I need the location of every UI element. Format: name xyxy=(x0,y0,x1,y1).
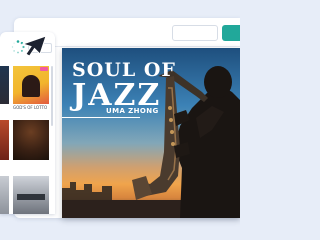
album-title[interactable]: SOUL OF JAZZ xyxy=(72,61,176,111)
artist-underline xyxy=(62,117,140,118)
template-artwork xyxy=(22,75,40,97)
template-thumbnail-5[interactable] xyxy=(0,176,9,214)
secondary-action-button[interactable] xyxy=(172,25,218,41)
design-editor-stage: GOD'S OF LOTTO Emma Thomas SOUL OF JAZZ … xyxy=(0,0,240,240)
template-thumbnail-3[interactable] xyxy=(0,120,9,160)
template-badge xyxy=(40,67,48,71)
artist-name[interactable]: UMA ZHONG xyxy=(106,107,159,115)
template-thumbnail-4[interactable] xyxy=(13,120,49,160)
cursor-arrow-icon xyxy=(21,35,47,57)
panel-scrollbar[interactable] xyxy=(51,66,53,126)
template-caption-2: GOD'S OF LOTTO xyxy=(13,105,48,110)
primary-action-button[interactable] xyxy=(222,25,240,41)
template-panel: GOD'S OF LOTTO Emma Thomas xyxy=(0,32,55,214)
template-thumbnail-6[interactable] xyxy=(13,176,49,214)
template-caption-4: Emma Thomas xyxy=(13,161,43,166)
album-cover-canvas[interactable]: SOUL OF JAZZ UMA ZHONG xyxy=(62,48,240,218)
template-thumbnail-1[interactable] xyxy=(0,66,9,104)
template-artwork xyxy=(17,194,45,200)
template-thumbnail-2[interactable] xyxy=(13,66,49,104)
